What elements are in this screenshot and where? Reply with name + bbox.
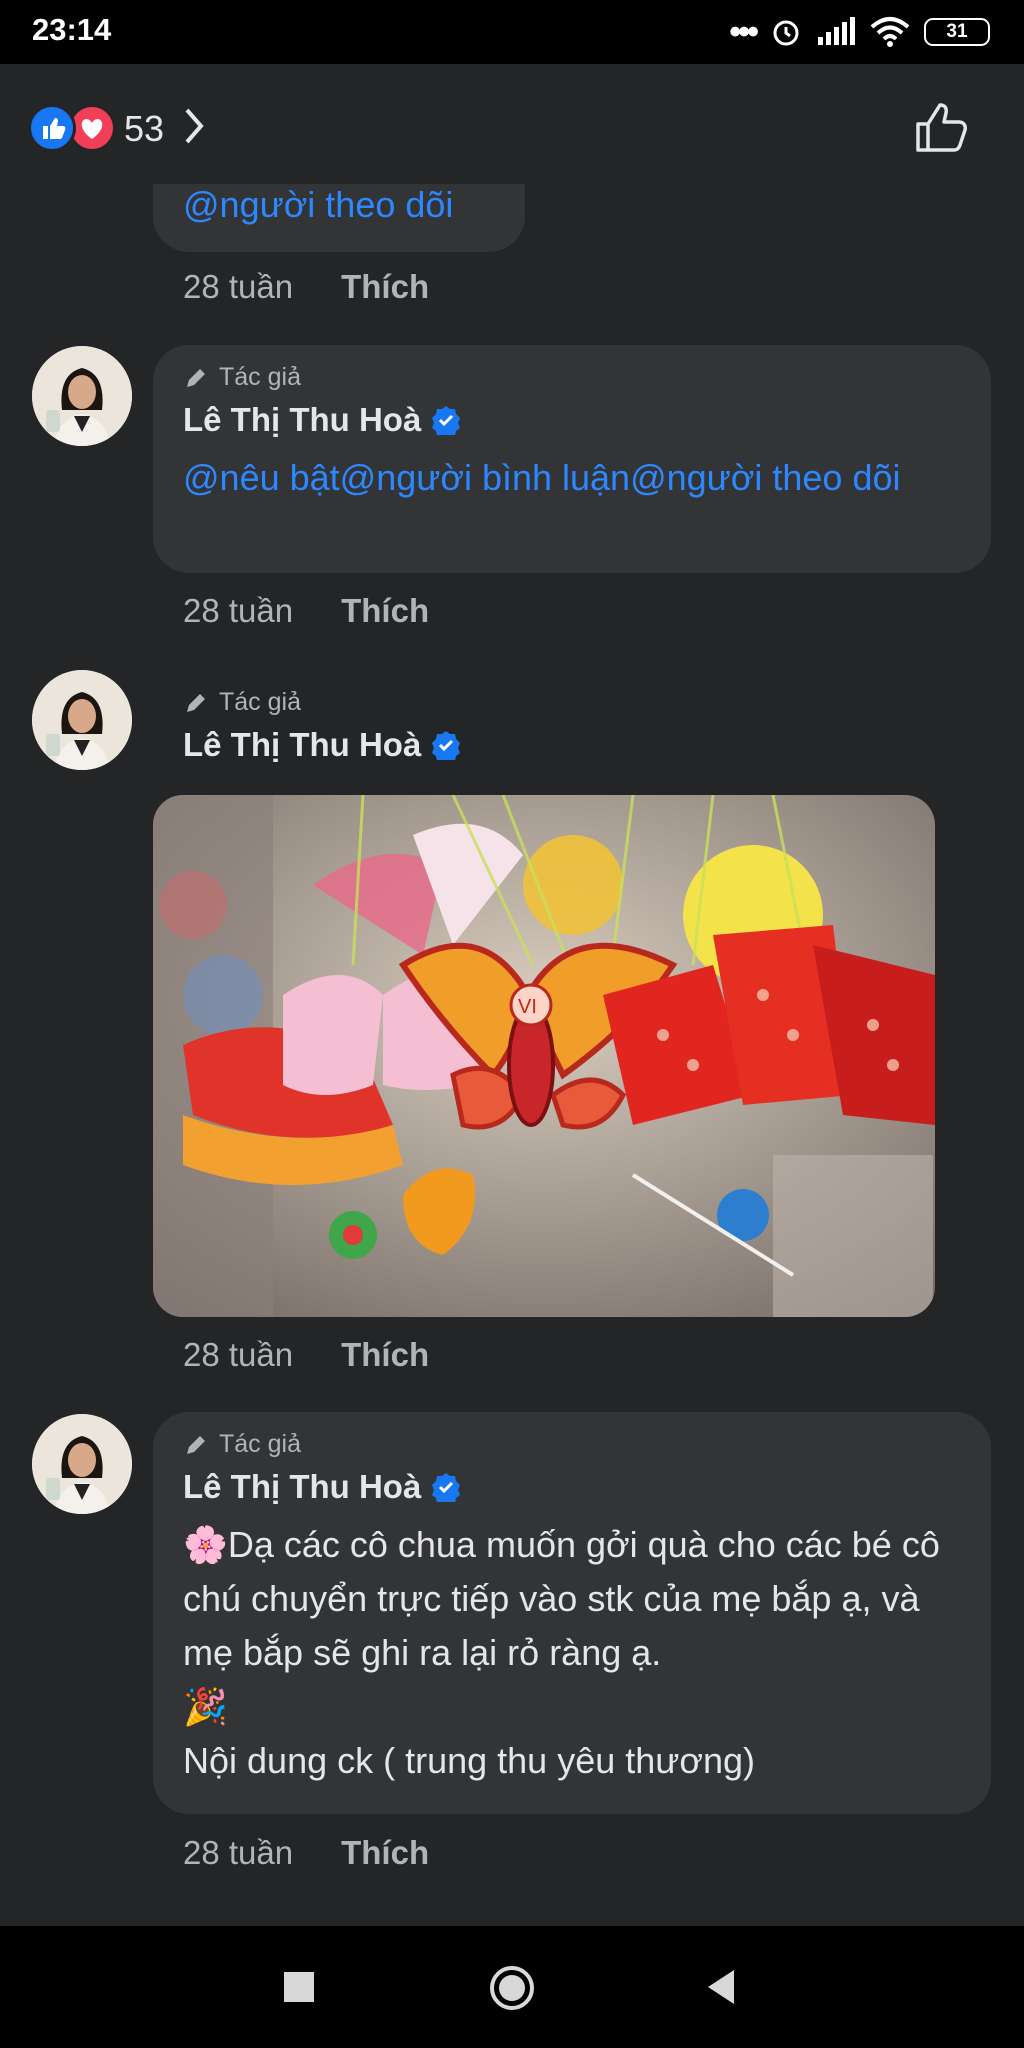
author-badge-label: Tác giả xyxy=(219,363,301,391)
comment-meta: 28 tuần Thích xyxy=(183,1336,429,1374)
back-icon[interactable] xyxy=(704,1968,738,2006)
comment-meta: 28 tuần Thích xyxy=(183,592,429,630)
comment-bubble-partial[interactable]: @người theo dõi xyxy=(153,184,525,252)
avatar[interactable] xyxy=(32,1414,132,1514)
status-bar: 23:14 ••• 31 xyxy=(0,0,1024,64)
commenter-name[interactable]: Lê Thị Thu Hoà xyxy=(183,726,461,764)
reaction-count[interactable]: 53 xyxy=(124,108,164,150)
comment-text[interactable]: 🌸Dạ các cô chua muốn gởi quà cho các bé … xyxy=(183,1518,967,1788)
home-icon[interactable] xyxy=(488,1964,536,2012)
chevron-right-icon[interactable] xyxy=(180,104,208,148)
battery-icon: 31 xyxy=(924,18,990,46)
like-action[interactable]: Thích xyxy=(341,592,429,629)
commenter-name[interactable]: Lê Thị Thu Hoà xyxy=(183,401,461,439)
alarm-icon xyxy=(773,20,799,46)
comment-time[interactable]: 28 tuần xyxy=(183,1834,293,1871)
like-action[interactable]: Thích xyxy=(341,1834,429,1871)
comment-text[interactable]: @nêu bật@người bình luận@người theo dõi xyxy=(183,451,967,505)
mention-link[interactable]: @người theo dõi xyxy=(183,186,453,224)
verified-badge-icon xyxy=(432,731,461,760)
reactions-bar: 53 xyxy=(0,64,1024,184)
comment-header: Tác giả Lê Thị Thu Hoà xyxy=(153,670,653,780)
commenter-name-text[interactable]: Lê Thị Thu Hoà xyxy=(183,401,421,439)
comment-line: Nội dung ck ( trung thu yêu thương) xyxy=(183,1740,756,1781)
signal-icon xyxy=(818,17,855,45)
author-badge-label: Tác giả xyxy=(219,1430,301,1458)
commenter-name-text[interactable]: Lê Thị Thu Hoà xyxy=(183,726,421,764)
comment-time[interactable]: 28 tuần xyxy=(183,268,293,305)
comment-meta: 28 tuần Thích xyxy=(183,1834,429,1872)
pencil-icon xyxy=(187,693,205,712)
like-action[interactable]: Thích xyxy=(341,1336,429,1373)
comment-meta: 28 tuần Thích xyxy=(183,268,429,306)
author-badge: Tác giả xyxy=(183,363,301,392)
comment-bubble[interactable]: Tác giả Lê Thị Thu Hoà 🌸Dạ các cô chua m… xyxy=(153,1412,991,1814)
like-action[interactable]: Thích xyxy=(341,268,429,305)
avatar[interactable] xyxy=(32,346,132,446)
author-badge-label: Tác giả xyxy=(219,688,301,716)
status-time: 23:14 xyxy=(32,12,112,47)
like-reaction-icon[interactable] xyxy=(28,104,76,152)
pencil-icon xyxy=(187,1435,205,1454)
party-emoji: 🎉 xyxy=(183,1686,228,1727)
avatar[interactable] xyxy=(32,670,132,770)
comment-time[interactable]: 28 tuần xyxy=(183,1336,293,1373)
system-nav-bar xyxy=(0,1926,1024,2048)
pencil-icon xyxy=(187,368,205,387)
comment-line: 🌸Dạ các cô chua muốn gởi quà cho các bé … xyxy=(183,1524,940,1673)
comment-bubble[interactable]: Tác giả Lê Thị Thu Hoà @nêu bật@người bì… xyxy=(153,345,991,573)
author-badge: Tác giả xyxy=(183,1430,301,1459)
commenter-name-text[interactable]: Lê Thị Thu Hoà xyxy=(183,1468,421,1506)
comment-photo[interactable]: VI xyxy=(153,795,935,1317)
comment-time[interactable]: 28 tuần xyxy=(183,592,293,629)
more-dots-icon: ••• xyxy=(729,13,759,51)
wifi-icon xyxy=(870,17,910,47)
author-badge: Tác giả xyxy=(183,688,301,717)
lantern-text: VI xyxy=(518,996,537,1018)
commenter-name[interactable]: Lê Thị Thu Hoà xyxy=(183,1468,461,1506)
recent-apps-icon[interactable] xyxy=(282,1970,316,2004)
verified-badge-icon xyxy=(432,1473,461,1502)
verified-badge-icon xyxy=(432,406,461,435)
thumbs-up-icon[interactable] xyxy=(912,100,972,156)
status-icons: ••• 31 xyxy=(729,14,990,50)
